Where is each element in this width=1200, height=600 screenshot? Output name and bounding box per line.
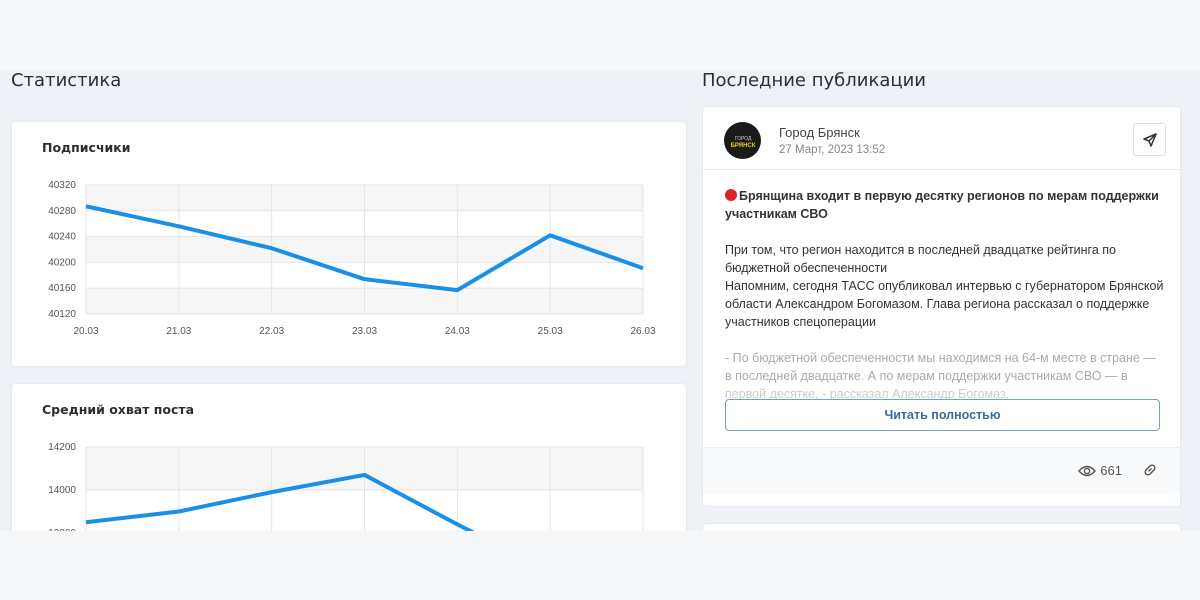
post-author[interactable]: Город Брянск — [779, 125, 860, 140]
x-tick-label: 22.03 — [259, 326, 284, 337]
subscribers-chart-card: Подписчики 40320 40280 40240 40200 40160 4012… — [11, 121, 687, 367]
eye-icon — [1078, 465, 1097, 476]
y-tick-label: 40160 — [48, 283, 76, 294]
dashboard-content: Статистика Последние публикации Подписчи… — [0, 70, 1200, 531]
y-tick-label: 14000 — [48, 485, 76, 496]
next-post-card — [702, 523, 1181, 531]
svg-text:БРЯНСК: БРЯНСК — [730, 143, 755, 149]
link-icon — [1144, 464, 1156, 476]
x-tick-label: 20.03 — [73, 326, 98, 337]
post-paragraph: Напомним, сегодня ТАСС опубликовал интер… — [725, 279, 1164, 329]
reach-chart-card: Средний охват поста 14200 14000 13800 — [11, 383, 687, 531]
avatar[interactable]: ГОРОД БРЯНСК — [724, 122, 761, 159]
copy-link-button[interactable] — [1142, 462, 1158, 483]
statistics-title: Статистика — [11, 70, 122, 91]
y-tick-label: 14200 — [48, 442, 76, 453]
y-tick-label: 40200 — [48, 257, 76, 268]
y-tick-label: 40280 — [48, 206, 76, 217]
post-text: Брянщина входит в первую десятку регионо… — [725, 187, 1165, 403]
chart-title: Средний охват поста — [42, 402, 195, 417]
publications-title: Последние публикации — [702, 70, 927, 91]
views-value: 661 — [1100, 463, 1122, 478]
red-circle-icon — [725, 189, 737, 201]
chart-title: Подписчики — [42, 140, 131, 155]
x-tick-label: 21.03 — [166, 326, 191, 337]
post-paragraph: При том, что регион находится в последне… — [725, 243, 1116, 275]
x-tick-label: 23.03 — [352, 326, 377, 337]
svg-text:ГОРОД: ГОРОД — [734, 136, 751, 142]
y-tick-label: 40320 — [48, 180, 76, 191]
views-count: 661 — [1078, 463, 1122, 478]
subscribers-chart: 40320 40280 40240 40200 40160 40120 20.03 21.03… — [48, 180, 656, 337]
post-header: ГОРОД БРЯНСК Город Брянск 27 Март, 2023 1… — [703, 107, 1180, 170]
y-tick-label: 40240 — [48, 232, 76, 243]
x-tick-label: 26.03 — [630, 326, 655, 337]
post-footer: 661 — [703, 447, 1180, 493]
telegram-button[interactable] — [1133, 123, 1166, 156]
y-tick-label: 13800 — [48, 528, 76, 531]
x-tick-label: 24.03 — [445, 326, 470, 337]
post-date: 27 Март, 2023 13:52 — [779, 144, 886, 156]
read-more-button[interactable]: Читать полностью — [725, 399, 1160, 431]
x-tick-label: 25.03 — [538, 326, 563, 337]
post-headline: Брянщина входит в первую десятку регионо… — [725, 189, 1159, 221]
channel-logo: ГОРОДБРЯНСК — [730, 136, 755, 149]
post-paragraph: - По бюджетной обеспеченности мы находим… — [725, 351, 1156, 383]
post-card: ГОРОД БРЯНСК Город Брянск 27 Март, 2023 1… — [702, 106, 1181, 507]
send-icon — [1142, 132, 1157, 147]
y-tick-label: 40120 — [48, 309, 76, 320]
